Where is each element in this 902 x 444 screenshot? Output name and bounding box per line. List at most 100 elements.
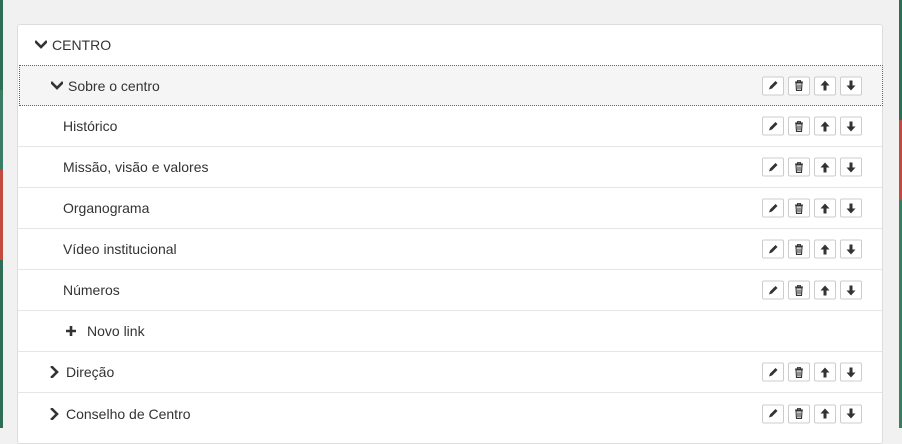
menu-item-organograma[interactable]: Organograma — [18, 188, 882, 229]
arrow-down-icon — [846, 408, 856, 419]
delete-button[interactable] — [788, 116, 810, 136]
move-down-button[interactable] — [840, 404, 862, 423]
menu-item-label-wrap: Vídeo institucional — [18, 241, 177, 257]
chevron-right-icon[interactable] — [48, 365, 62, 379]
move-up-button[interactable] — [814, 404, 836, 423]
menu-item-missao[interactable]: Missão, visão e valores — [18, 147, 882, 188]
menu-item-direcao[interactable]: Direção — [18, 352, 882, 393]
pencil-icon — [769, 367, 778, 376]
arrow-up-icon — [820, 285, 830, 295]
menu-item-label-wrap: Conselho de Centro — [18, 406, 191, 422]
move-down-button[interactable] — [840, 116, 862, 136]
move-up-button[interactable] — [814, 157, 836, 177]
pencil-icon — [769, 244, 778, 253]
pencil-icon — [769, 203, 778, 212]
menu-item-numeros[interactable]: Números — [18, 270, 882, 311]
arrow-down-icon — [846, 162, 856, 172]
item-actions — [762, 157, 862, 177]
menu-item-label: Missão, visão e valores — [63, 159, 209, 175]
pencil-icon — [769, 409, 778, 418]
item-actions — [762, 362, 862, 382]
delete-button[interactable] — [788, 239, 810, 259]
move-up-button[interactable] — [814, 116, 836, 136]
item-actions — [762, 404, 862, 423]
item-actions — [762, 239, 862, 259]
menu-item-sobre-o-centro[interactable]: Sobre o centro — [19, 65, 883, 106]
delete-button[interactable] — [788, 280, 810, 300]
delete-button[interactable] — [788, 157, 810, 177]
menu-item-label: Números — [63, 282, 120, 298]
delete-button[interactable] — [788, 76, 810, 95]
edit-button[interactable] — [762, 157, 784, 177]
arrow-up-icon — [820, 162, 830, 172]
arrow-down-icon — [846, 285, 856, 295]
trash-icon — [795, 366, 803, 378]
chevron-right-icon[interactable] — [48, 407, 62, 421]
menu-root[interactable]: CENTRO — [18, 25, 882, 65]
menu-item-label-wrap: Histórico — [18, 118, 117, 134]
trash-icon — [795, 243, 803, 255]
arrow-down-icon — [846, 80, 856, 91]
background-edge-left — [0, 0, 3, 428]
move-up-button[interactable] — [814, 362, 836, 382]
item-actions — [762, 76, 862, 95]
item-actions — [762, 116, 862, 136]
add-link-label-wrap: Novo link — [18, 323, 145, 339]
delete-button[interactable] — [788, 362, 810, 382]
pencil-icon — [769, 121, 778, 130]
trash-icon — [795, 120, 803, 132]
edit-button[interactable] — [762, 76, 784, 95]
move-down-button[interactable] — [840, 198, 862, 218]
menu-item-historico[interactable]: Histórico — [18, 106, 882, 147]
chevron-down-icon[interactable] — [34, 38, 48, 52]
move-up-button[interactable] — [814, 76, 836, 95]
arrow-up-icon — [820, 367, 830, 377]
edit-button[interactable] — [762, 362, 784, 382]
menu-item-label-wrap: Números — [18, 282, 120, 298]
move-up-button[interactable] — [814, 198, 836, 218]
plus-icon[interactable] — [64, 324, 78, 338]
arrow-up-icon — [820, 121, 830, 131]
arrow-down-icon — [846, 244, 856, 254]
add-link-label[interactable]: Novo link — [87, 323, 145, 339]
menu-item-label: Vídeo institucional — [63, 241, 177, 257]
edit-button[interactable] — [762, 198, 784, 218]
menu-item-video-institucional[interactable]: Vídeo institucional — [18, 229, 882, 270]
trash-icon — [795, 408, 803, 420]
arrow-up-icon — [820, 80, 830, 91]
menu-item-label: Organograma — [63, 200, 150, 216]
chevron-down-icon[interactable] — [50, 79, 64, 93]
edit-button[interactable] — [762, 239, 784, 259]
move-down-button[interactable] — [840, 280, 862, 300]
trash-icon — [795, 202, 803, 214]
arrow-down-icon — [846, 121, 856, 131]
move-down-button[interactable] — [840, 157, 862, 177]
pencil-icon — [769, 81, 778, 90]
pencil-icon — [769, 162, 778, 171]
move-up-button[interactable] — [814, 280, 836, 300]
trash-icon — [795, 80, 803, 92]
trash-icon — [795, 161, 803, 173]
edit-button[interactable] — [762, 280, 784, 300]
item-actions — [762, 198, 862, 218]
menu-item-label-wrap: Direção — [18, 364, 114, 380]
move-down-button[interactable] — [840, 76, 862, 95]
move-down-button[interactable] — [840, 239, 862, 259]
edit-button[interactable] — [762, 116, 784, 136]
delete-button[interactable] — [788, 404, 810, 423]
menu-item-label-wrap: Missão, visão e valores — [18, 159, 209, 175]
menu-root-label-wrap: CENTRO — [18, 37, 111, 53]
pencil-icon — [769, 285, 778, 294]
edit-button[interactable] — [762, 404, 784, 423]
item-actions — [762, 280, 862, 300]
menu-item-label: Conselho de Centro — [66, 405, 191, 422]
menu-root-label: CENTRO — [52, 37, 112, 53]
trash-icon — [795, 284, 803, 296]
move-up-button[interactable] — [814, 239, 836, 259]
menu-item-label: Direção — [66, 364, 115, 380]
arrow-up-icon — [820, 203, 830, 213]
menu-item-label: Sobre o centro — [68, 77, 160, 94]
add-link-row[interactable]: Novo link — [18, 311, 882, 352]
delete-button[interactable] — [788, 198, 810, 218]
move-down-button[interactable] — [840, 362, 862, 382]
